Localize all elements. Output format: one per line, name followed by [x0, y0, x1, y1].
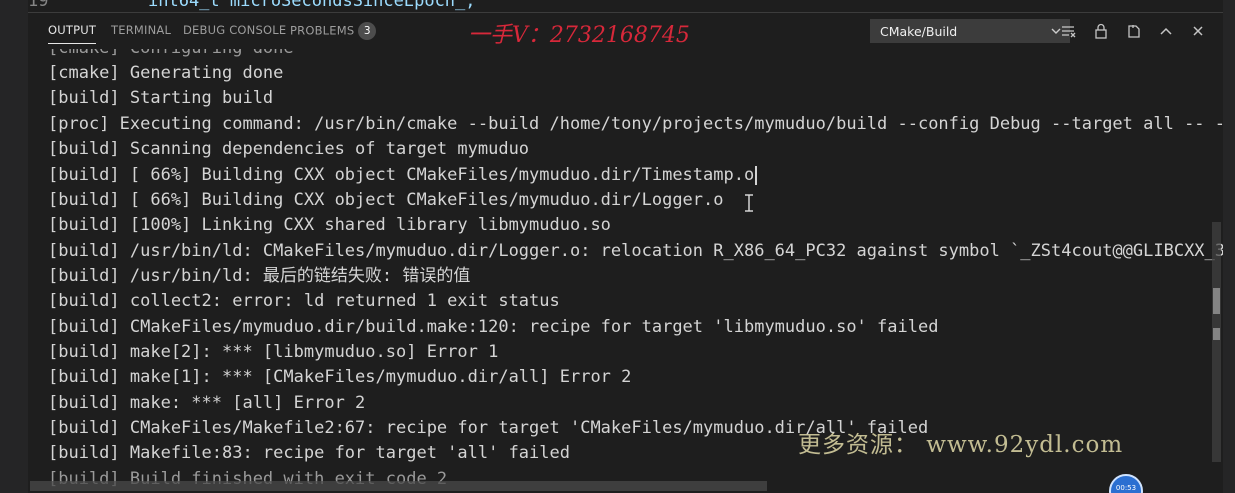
text-cursor — [755, 166, 758, 185]
output-line: [build] [ 66%] Building CXX object CMake… — [48, 190, 724, 210]
output-line: [build] CMakeFiles/mymuduo.dir/build.mak… — [48, 317, 939, 337]
ibeam-cursor-icon — [745, 194, 753, 212]
output-line: [build] CMakeFiles/Makefile2:67: recipe … — [48, 418, 929, 438]
output-line: [build] make[1]: *** [CMakeFiles/mymuduo… — [48, 367, 632, 387]
output-line: [proc] Executing command: /usr/bin/cmake… — [48, 114, 1223, 134]
output-line: [build] [ 66%] Building CXX object CMake… — [48, 165, 755, 185]
maximize-panel-icon[interactable] — [1157, 22, 1175, 40]
output-line: [cmake] Generating done — [48, 63, 284, 83]
output-line: [build] Makefile:83: recipe for target '… — [48, 443, 570, 463]
close-panel-icon[interactable] — [1189, 22, 1207, 40]
editor-code-line: int64_t microSecondsSinceEpoch_; — [148, 0, 476, 11]
watermark-contact: 一手V：2732168745 — [468, 23, 690, 48]
watermark-site: 更多资源： www.92ydl.com — [798, 432, 1124, 458]
output-line: [build] make: *** [all] Error 2 — [48, 393, 366, 413]
horizontal-scroll-thumb[interactable] — [30, 481, 767, 491]
output-line: [build] /usr/bin/ld: 最后的链结失败: 错误的值 — [48, 266, 471, 286]
tab-problems[interactable]: PROBLEMS 3 — [290, 22, 377, 40]
output-line: [build] Scanning dependencies of target … — [48, 139, 530, 159]
lock-scroll-icon[interactable] — [1092, 22, 1110, 40]
editor-line-number: 19 — [28, 0, 49, 11]
scrollbar-marker — [1213, 328, 1220, 340]
output-line: [build] make[2]: *** [libmymuduo.so] Err… — [48, 342, 499, 362]
right-edge-bar — [1223, 0, 1235, 493]
output-channel-value: CMake/Build — [880, 24, 958, 39]
output-line: [build] [100%] Linking CXX shared librar… — [48, 215, 611, 235]
avatar-label: 00:53 — [1115, 484, 1137, 492]
output-log[interactable]: [cmake] Configuring done [cmake] Generat… — [28, 49, 1223, 493]
tab-terminal[interactable]: TERMINAL — [111, 23, 171, 37]
output-line: [build] Starting build — [48, 88, 274, 108]
scrollbar-marker — [1213, 288, 1220, 314]
problems-count-badge: 3 — [358, 22, 377, 40]
tab-output[interactable]: OUTPUT — [48, 23, 97, 44]
output-line-with-cursor: [build] [ 66%] Building CXX object CMake… — [48, 165, 758, 185]
editor-peek-strip: 19 int64_t microSecondsSinceEpoch_; — [28, 0, 1235, 12]
vscode-window: 19 int64_t microSecondsSinceEpoch_; OUTP… — [0, 0, 1235, 493]
output-line: [build] collect2: error: ld returned 1 e… — [48, 291, 560, 311]
output-channel-select[interactable]: CMake/Build — [870, 19, 1070, 43]
open-in-editor-icon[interactable] — [1125, 22, 1143, 40]
output-line: [cmake] Configuring done — [48, 49, 294, 58]
tab-debug-console[interactable]: DEBUG CONSOLE — [183, 23, 286, 37]
clear-output-icon[interactable] — [1059, 22, 1077, 40]
output-line: [build] /usr/bin/ld: CMakeFiles/mymuduo.… — [48, 241, 1223, 261]
vertical-scroll-thumb[interactable] — [1212, 222, 1221, 462]
tab-problems-label: PROBLEMS — [290, 23, 355, 38]
panel-header: OUTPUT TERMINAL DEBUG CONSOLE PROBLEMS 3 … — [28, 12, 1223, 49]
activity-gutter — [0, 0, 28, 493]
